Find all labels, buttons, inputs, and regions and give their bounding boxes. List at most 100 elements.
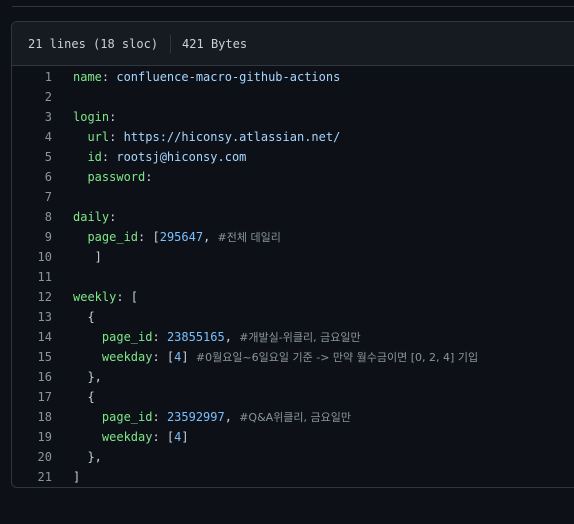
line-number[interactable]: 2: [12, 87, 52, 107]
code-token: #개발실-위클리, 금요일만: [239, 331, 361, 344]
code-token: {: [73, 310, 95, 324]
code-token: :: [152, 410, 167, 424]
line-number[interactable]: 18: [12, 407, 52, 427]
code-token: :: [109, 210, 117, 224]
code-listing: 1 name: confluence-macro-github-actions 2 3…: [12, 67, 574, 487]
code-line: 17 {: [12, 387, 574, 407]
code-token: :: [109, 110, 117, 124]
code-line: 11: [12, 267, 574, 287]
line-number[interactable]: 13: [12, 307, 52, 327]
code-token: : [: [116, 290, 139, 304]
code-line: 8 daily:: [12, 207, 574, 227]
code-text: page_id: [295647, #전체 데일리: [73, 227, 281, 248]
code-text: weekday: [4] #0월요일~6일요일 기준 -> 만약 월수금이면 […: [73, 347, 478, 368]
header-separator: [170, 34, 172, 53]
code-token: ,: [224, 330, 240, 344]
code-text: page_id: 23855165, #개발실-위클리, 금요일만: [73, 327, 361, 348]
code-token: :: [109, 130, 124, 144]
code-text: },: [73, 447, 102, 467]
line-number[interactable]: 7: [12, 187, 52, 207]
line-number[interactable]: 15: [12, 347, 52, 367]
code-token: {: [73, 390, 95, 404]
file-viewer: 21 lines (18 sloc) 421 Bytes 1 name: conf…: [11, 21, 574, 488]
code-line: 19 weekday: [4]: [12, 427, 574, 447]
code-text: weekday: [4]: [73, 427, 189, 447]
line-number[interactable]: 3: [12, 107, 52, 127]
code-token: password: [73, 170, 146, 184]
code-token: 23592997: [166, 410, 225, 424]
code-token: weekday: [73, 350, 153, 364]
code-text: page_id: 23592997, #Q&A위클리, 금요일만: [73, 407, 351, 428]
code-token: name: [73, 70, 102, 84]
code-line: 10 ]: [12, 247, 574, 267]
code-token: :: [145, 170, 153, 184]
code-line: 21]: [12, 467, 574, 487]
code-line: 5 id: rootsj@hiconsy.com: [12, 147, 574, 167]
code-line: 4 url: https://hiconsy.atlassian.net/: [12, 127, 574, 147]
code-token: [: [152, 230, 160, 244]
code-token: page_id: [73, 410, 153, 424]
code-line: 16 },: [12, 367, 574, 387]
code-token: login: [73, 110, 110, 124]
code-line: 7: [12, 187, 574, 207]
code-token: url: [73, 130, 110, 144]
code-text: ]: [73, 247, 102, 267]
line-number[interactable]: 11: [12, 267, 52, 287]
line-number[interactable]: 17: [12, 387, 52, 407]
code-token: #0월요일~6일요일 기준 -> 만약 월수금이면 [0, 2, 4] 기입: [195, 351, 479, 364]
code-text: name: confluence-macro-github-actions: [73, 67, 340, 87]
code-line: 18 page_id: 23592997, #Q&A위클리, 금요일만: [12, 407, 574, 427]
line-count-info: 21 lines (18 sloc): [28, 36, 159, 51]
code-line: 14 page_id: 23855165, #개발실-위클리, 금요일만: [12, 327, 574, 347]
code-token: :: [138, 230, 153, 244]
code-token: confluence-macro-github-actions: [116, 70, 341, 84]
code-line: 15 weekday: [4] #0월요일~6일요일 기준 -> 만약 월수금이…: [12, 347, 574, 367]
code-token: id: [73, 150, 102, 164]
line-number[interactable]: 4: [12, 127, 52, 147]
line-number[interactable]: 10: [12, 247, 52, 267]
file-size-info: 421 Bytes: [182, 36, 248, 51]
code-text: password:: [73, 167, 152, 187]
line-number[interactable]: 14: [12, 327, 52, 347]
code-text: weekly: [: [73, 287, 138, 307]
code-token: #전체 데일리: [217, 231, 281, 244]
code-token: },: [73, 450, 102, 464]
code-text: {: [73, 307, 95, 327]
line-number[interactable]: 19: [12, 427, 52, 447]
line-number[interactable]: 9: [12, 227, 52, 247]
code-token: rootsj@hiconsy.com: [116, 150, 247, 164]
code-text: daily:: [73, 207, 116, 227]
code-line: 3 login:: [12, 107, 574, 127]
code-token: ]: [73, 470, 81, 484]
code-token: https://hiconsy.atlassian.net/: [123, 130, 341, 144]
code-token: :: [152, 330, 167, 344]
code-token: daily: [73, 210, 110, 224]
code-line: 12 weekly: [: [12, 287, 574, 307]
line-number[interactable]: 6: [12, 167, 52, 187]
line-number[interactable]: 1: [12, 67, 52, 87]
code-token: ]: [181, 430, 189, 444]
code-line: 2: [12, 87, 574, 107]
code-token: :: [101, 70, 117, 84]
code-line: 6 password:: [12, 167, 574, 187]
line-number[interactable]: 8: [12, 207, 52, 227]
line-number[interactable]: 21: [12, 467, 52, 487]
line-number[interactable]: 12: [12, 287, 52, 307]
line-number[interactable]: 16: [12, 367, 52, 387]
code-token: #Q&A위클리, 금요일만: [239, 411, 351, 424]
code-token: 23855165: [166, 330, 225, 344]
code-text: url: https://hiconsy.atlassian.net/: [73, 127, 340, 147]
code-token: },: [73, 370, 102, 384]
code-token: : [: [152, 430, 175, 444]
code-token: :: [101, 150, 117, 164]
code-line: 13 {: [12, 307, 574, 327]
code-token: 295647: [159, 230, 204, 244]
line-number[interactable]: 20: [12, 447, 52, 467]
code-text: ]: [73, 467, 80, 487]
code-token: ,: [203, 230, 218, 244]
code-token: : [: [152, 350, 175, 364]
code-token: ,: [224, 410, 240, 424]
file-info-header: 21 lines (18 sloc) 421 Bytes: [12, 22, 574, 66]
line-number[interactable]: 5: [12, 147, 52, 167]
code-line: 9 page_id: [295647, #전체 데일리: [12, 227, 574, 247]
